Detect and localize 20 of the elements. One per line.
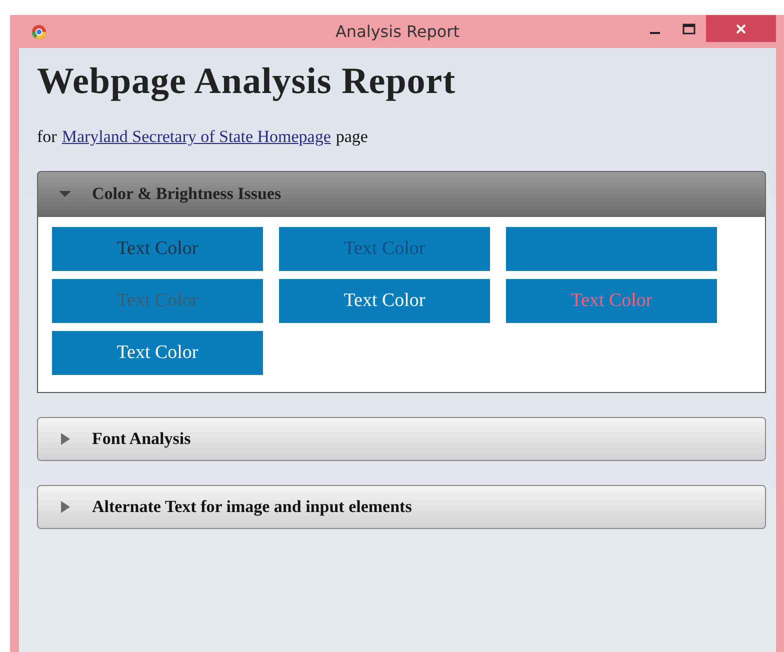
homepage-link[interactable]: Maryland Secretary of State Homepage (62, 127, 331, 147)
caret-right-icon (58, 432, 72, 446)
caret-right-icon (58, 500, 72, 514)
swatch-text: Text Color (344, 290, 426, 312)
swatch-text: Text Color (116, 290, 198, 312)
minimize-icon (650, 32, 660, 34)
browser-logo-icon (31, 24, 47, 40)
section-header[interactable]: Font Analysis (37, 417, 766, 461)
swatch-text: Text Color (116, 238, 198, 260)
section-header[interactable]: Alternate Text for image and input elements (37, 485, 766, 529)
section-header[interactable]: Color & Brightness Issues (37, 171, 766, 217)
swatch-text: Text Color (344, 238, 426, 260)
swatch-text: Text Color (116, 342, 198, 364)
swatch-text: Text Color (570, 290, 652, 312)
subtitle-text: for (37, 127, 57, 147)
page-heading: Webpage Analysis Report (37, 60, 457, 103)
maximize-icon (682, 22, 696, 34)
close-icon (735, 22, 747, 34)
window-title: Analysis Report (335, 22, 460, 41)
subtitle-text: page (336, 127, 368, 147)
